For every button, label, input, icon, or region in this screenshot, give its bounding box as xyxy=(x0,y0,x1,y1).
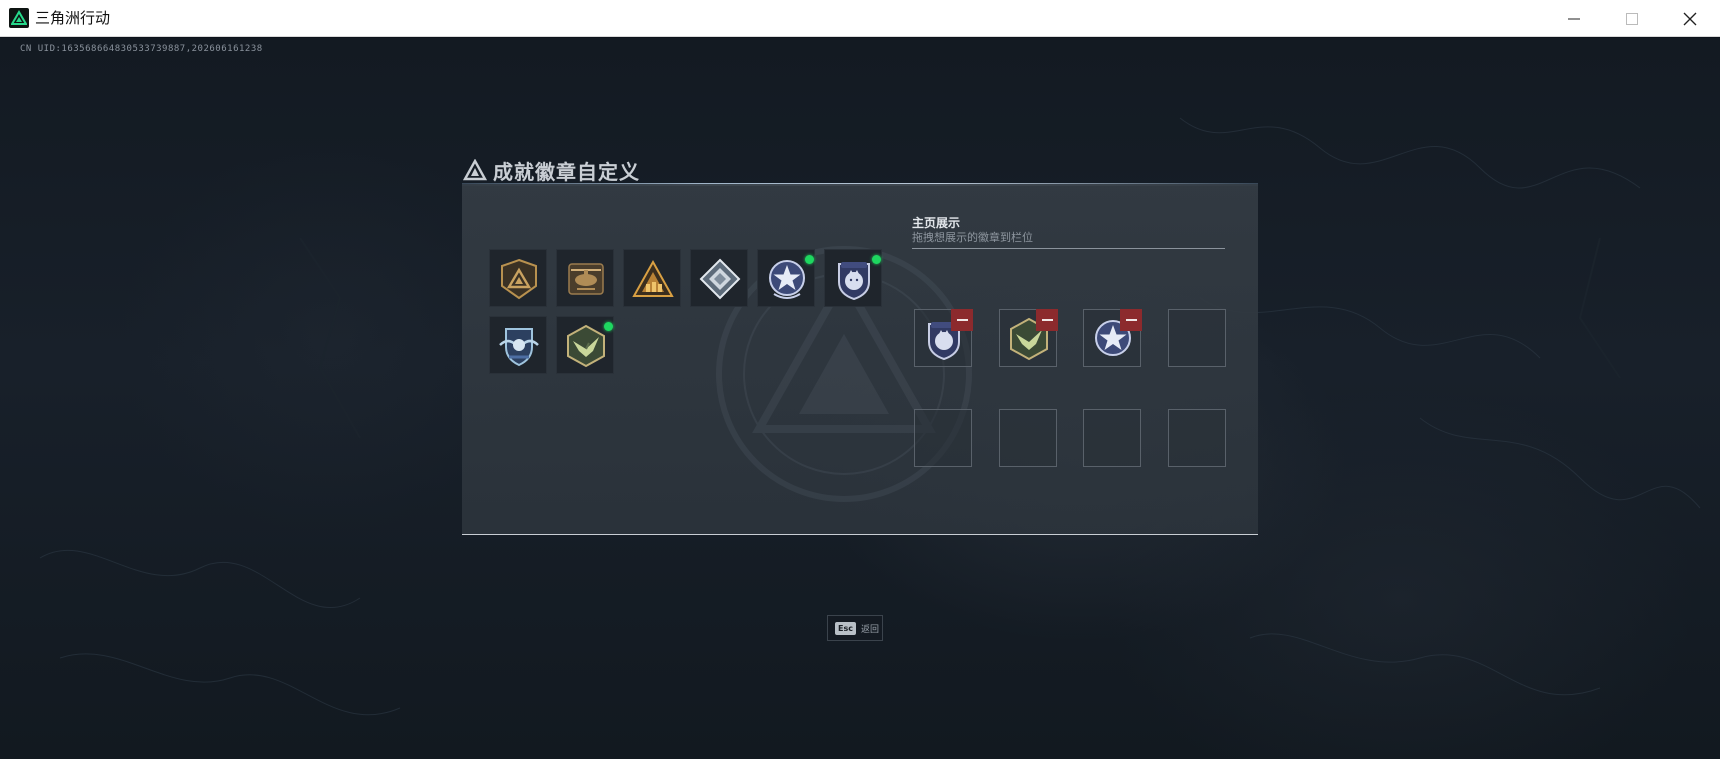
badge-slot[interactable] xyxy=(757,249,815,307)
player-uid: CN UID:163568664830533739887,20260616123… xyxy=(20,44,263,54)
display-slot-empty[interactable] xyxy=(1083,409,1141,467)
badge-slot[interactable] xyxy=(489,249,547,307)
close-icon xyxy=(1683,12,1697,25)
delta-emblem-badge-icon xyxy=(501,258,537,300)
diamond-badge-icon xyxy=(699,258,741,300)
window-title: 三角洲行动 xyxy=(35,9,111,27)
remove-badge-button[interactable] xyxy=(1036,309,1058,331)
delta-logo-icon xyxy=(463,159,487,181)
hexagon-hawk-badge-icon xyxy=(567,324,605,368)
panel-header: 成就徽章自定义 xyxy=(463,155,640,185)
esc-key-hint: Esc xyxy=(835,621,856,635)
shield-wings-badge-icon xyxy=(499,328,539,367)
badge-slot[interactable] xyxy=(489,316,547,374)
display-slot-empty[interactable] xyxy=(1168,309,1226,367)
minus-icon xyxy=(1041,319,1053,321)
badge-slot[interactable] xyxy=(623,249,681,307)
display-slot-empty[interactable] xyxy=(914,409,972,467)
window-titlebar: 三角洲行动 xyxy=(0,0,1720,37)
app-logo-icon xyxy=(9,8,29,28)
display-slot[interactable] xyxy=(1083,309,1142,367)
badge-slot[interactable] xyxy=(556,316,614,374)
maximize-button[interactable] xyxy=(1603,0,1661,37)
display-slot-empty[interactable] xyxy=(999,409,1057,467)
close-button[interactable] xyxy=(1661,0,1719,37)
minus-icon xyxy=(1125,319,1137,321)
display-section-subtitle: 拖拽想展示的徽章到栏位 xyxy=(912,231,1033,244)
display-slot-empty[interactable] xyxy=(1168,409,1226,467)
minimize-icon xyxy=(1568,18,1580,19)
remove-badge-button[interactable] xyxy=(951,309,973,331)
badge-slot[interactable] xyxy=(690,249,748,307)
display-divider xyxy=(912,248,1225,249)
star-medal-badge-icon xyxy=(769,260,805,299)
badge-slot[interactable] xyxy=(556,249,614,307)
new-badge-indicator xyxy=(872,255,881,264)
back-button[interactable]: Esc 返回 xyxy=(827,615,883,641)
maximize-icon xyxy=(1626,12,1638,25)
remove-badge-button[interactable] xyxy=(1120,309,1142,331)
display-slot[interactable] xyxy=(914,309,973,367)
minus-icon xyxy=(956,319,968,321)
badge-slot[interactable] xyxy=(824,249,882,307)
helicopter-badge-icon xyxy=(568,263,604,295)
mountain-squad-badge-icon xyxy=(632,259,674,297)
new-badge-indicator xyxy=(805,255,814,264)
minimize-button[interactable] xyxy=(1545,0,1603,37)
new-badge-indicator xyxy=(604,322,613,331)
back-label: 返回 xyxy=(860,624,879,635)
wolf-shield-badge-icon xyxy=(838,262,870,301)
display-slot[interactable] xyxy=(999,309,1058,367)
panel-title: 成就徽章自定义 xyxy=(493,159,640,184)
